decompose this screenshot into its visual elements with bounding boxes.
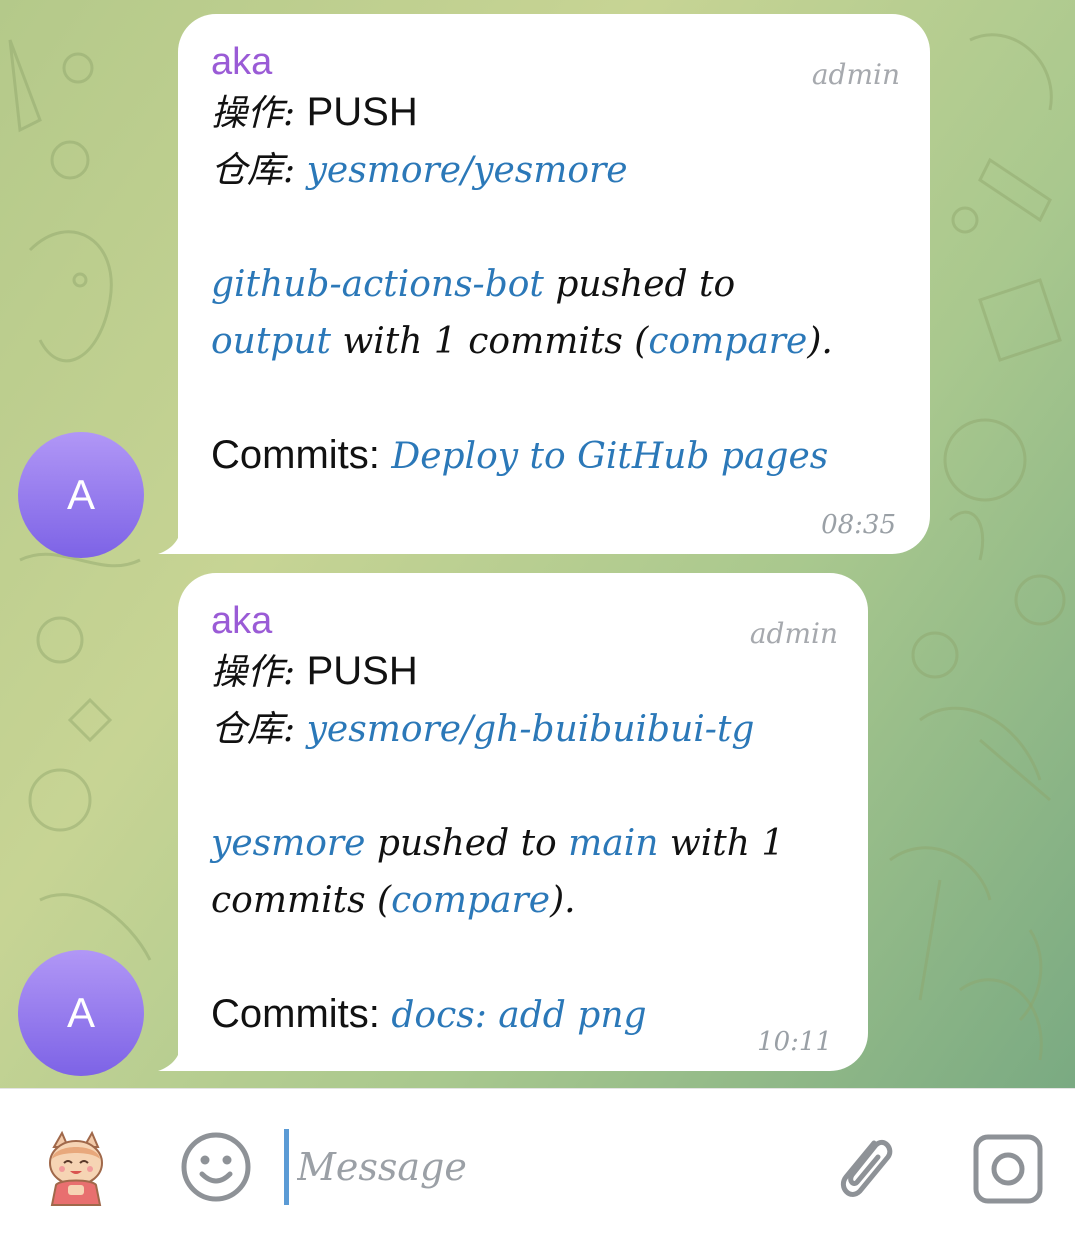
compare-link[interactable]: compare (648, 321, 807, 362)
emoji-button[interactable] (178, 1129, 254, 1205)
compare-link[interactable]: compare (391, 880, 550, 921)
push-summary-line: output with 1 commits (compare). (211, 313, 900, 370)
avatar-letter: A (66, 989, 95, 1036)
repository-label: 仓库: (211, 150, 296, 191)
repository-label: 仓库: (211, 709, 296, 750)
commit-link[interactable]: Deploy to GitHub pages (391, 436, 828, 477)
branch-link[interactable]: output (211, 321, 331, 362)
push-summary-line: commits (compare). (211, 872, 838, 929)
message-composer (0, 1088, 1075, 1237)
emoji-icon (181, 1132, 251, 1202)
sender-avatar[interactable]: A (18, 950, 144, 1076)
admin-badge: admin (749, 617, 838, 650)
operation-line: 操作: PUSH (211, 643, 838, 701)
repository-link[interactable]: yesmore/yesmore (307, 150, 628, 191)
commits-label: Commits: (211, 433, 380, 477)
branch-link[interactable]: main (568, 823, 658, 864)
sender-avatar[interactable]: A (18, 432, 144, 558)
attach-icon (840, 1139, 893, 1197)
chat-area[interactable]: A aka admin 操作: PUSH 仓库: yesmore/yesmore… (0, 0, 1075, 1088)
push-text: pushed to (543, 264, 736, 305)
admin-badge: admin (811, 58, 900, 91)
commits-line: Commits: Deploy to GitHub pages (211, 427, 900, 485)
sticker-icon (49, 1130, 103, 1206)
repository-line: 仓库: yesmore/gh-buibuibui-tg (211, 701, 838, 758)
message-input[interactable] (284, 1129, 817, 1205)
bubble-tail (158, 1049, 180, 1071)
operation-label: 操作: (211, 652, 296, 693)
commits-line: Commits: docs: add png (211, 986, 838, 1044)
sender-name[interactable]: aka (211, 40, 900, 84)
push-text: commits ( (211, 880, 392, 921)
camera-button[interactable] (972, 1133, 1044, 1205)
push-text: ). (550, 880, 576, 921)
operation-label: 操作: (211, 93, 296, 134)
message-bubble[interactable]: aka admin 操作: PUSH 仓库: yesmore/gh-buibui… (158, 573, 868, 1071)
push-text: with 1 (658, 823, 785, 864)
push-summary-line: yesmore pushed to main with 1 (211, 815, 838, 872)
message-time: 10:11 (757, 1027, 832, 1057)
repository-link[interactable]: yesmore/gh-buibuibui-tg (307, 709, 755, 750)
operation-line: 操作: PUSH (211, 84, 900, 142)
sticker-button[interactable] (40, 1129, 112, 1209)
attach-button[interactable] (830, 1129, 900, 1209)
repository-line: 仓库: yesmore/yesmore (211, 142, 900, 199)
avatar-letter: A (66, 471, 95, 518)
pusher-link[interactable]: github-actions-bot (211, 264, 544, 305)
bubble-tail (158, 532, 180, 554)
commit-link[interactable]: docs: add png (391, 995, 646, 1036)
pusher-link[interactable]: yesmore (211, 823, 365, 864)
commits-label: Commits: (211, 992, 380, 1036)
message-bubble[interactable]: aka admin 操作: PUSH 仓库: yesmore/yesmore g… (158, 14, 930, 554)
push-text: pushed to (365, 823, 569, 864)
message-time: 08:35 (821, 510, 896, 540)
camera-icon (973, 1134, 1043, 1204)
push-summary-line: github-actions-bot pushed to (211, 256, 900, 313)
push-text: ). (807, 321, 833, 362)
operation-value: PUSH (306, 649, 418, 693)
operation-value: PUSH (306, 90, 418, 134)
sender-name[interactable]: aka (211, 599, 838, 643)
push-text: with 1 commits ( (331, 321, 649, 362)
